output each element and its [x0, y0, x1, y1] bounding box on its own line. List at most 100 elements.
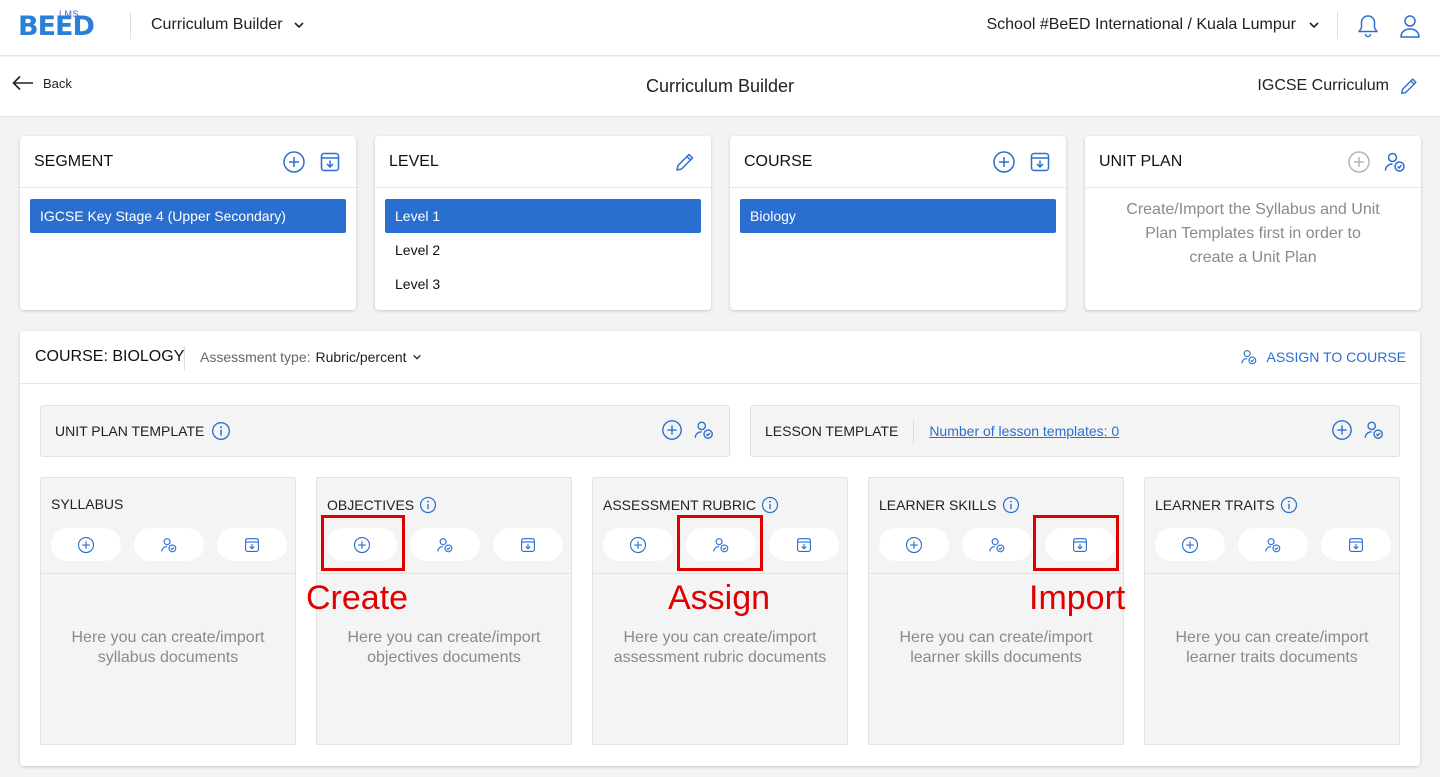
- page-title: Curriculum Builder: [645, 76, 795, 96]
- school-selector[interactable]: School #BeED International / Kuala Lumpu…: [986, 16, 1320, 34]
- course-list: Biology: [730, 188, 1066, 244]
- assessment-rubric-empty-message: Here you can create/import assessment ru…: [613, 629, 827, 666]
- info-icon[interactable]: [761, 496, 779, 514]
- course-card: COURSE Biology: [730, 136, 1066, 310]
- assign-icon: [988, 536, 1006, 554]
- syllabus-import-button[interactable]: [217, 528, 287, 561]
- learner-traits-empty-message: Here you can create/import learner trait…: [1175, 629, 1369, 666]
- segment-card: SEGMENT IGCSE Key Stage 4 (Upper Seconda…: [20, 136, 356, 310]
- assign-annotation: Assign: [668, 579, 771, 617]
- divider: [130, 12, 131, 39]
- plus-circle-icon: [1181, 536, 1199, 554]
- learner-traits-create-button[interactable]: [1155, 528, 1225, 561]
- level-item[interactable]: Level 3: [385, 267, 701, 301]
- learner-traits-import-button[interactable]: [1321, 528, 1391, 561]
- edit-level-icon[interactable]: [673, 150, 697, 174]
- unit-plan-message: Create/Import the Syllabus and Unit Plan…: [1126, 201, 1380, 266]
- segment-list: IGCSE Key Stage 4 (Upper Secondary): [20, 188, 356, 244]
- import-icon: [519, 536, 537, 554]
- school-selector-label: School #BeED International / Kuala Lumpu…: [986, 16, 1296, 33]
- import-icon: [795, 536, 813, 554]
- plus-circle-icon: [77, 536, 95, 554]
- import-course-icon[interactable]: [1028, 150, 1052, 174]
- create-highlight-box: [321, 515, 405, 571]
- add-segment-icon[interactable]: [282, 150, 306, 174]
- objectives-empty-message: Here you can create/import objectives do…: [347, 629, 541, 666]
- syllabus-column: SYLLABUS Here you can create/import sylla…: [40, 477, 296, 745]
- unit-plan-title: UNIT PLAN: [1099, 152, 1183, 170]
- assessment-rubric-title: ASSESSMENT RUBRIC: [603, 497, 756, 513]
- assessment-type-label: Assessment type:: [200, 349, 311, 365]
- learner-traits-column: LEARNER TRAITS Here you can create/import…: [1144, 477, 1400, 745]
- assessment-rubric-import-button[interactable]: [769, 528, 839, 561]
- logo-wordmark: BEED: [18, 11, 95, 42]
- import-segment-icon[interactable]: [318, 150, 342, 174]
- assign-icon: [436, 536, 454, 554]
- import-icon: [243, 536, 261, 554]
- learner-traits-title: LEARNER TRAITS: [1155, 497, 1275, 513]
- assessment-type-dropdown[interactable]: Assessment type: Rubric/percent: [200, 349, 422, 365]
- segment-title: SEGMENT: [34, 152, 114, 170]
- app-switcher-label: Curriculum Builder: [151, 16, 283, 33]
- bell-icon[interactable]: [1356, 13, 1380, 39]
- syllabus-empty-message: Here you can create/import syllabus docu…: [71, 629, 265, 666]
- add-unit-plan-template-icon[interactable]: [661, 419, 683, 441]
- create-annotation: Create: [306, 579, 409, 617]
- learner-skills-create-button[interactable]: [879, 528, 949, 561]
- assessment-rubric-create-button[interactable]: [603, 528, 673, 561]
- syllabus-create-button[interactable]: [51, 528, 121, 561]
- level-list: Level 1 Level 2 Level 3: [375, 188, 711, 312]
- divider: [1145, 573, 1399, 574]
- import-icon: [1347, 536, 1365, 554]
- add-unit-plan-icon[interactable]: [1347, 150, 1371, 174]
- objectives-import-button[interactable]: [493, 528, 563, 561]
- course-item[interactable]: Biology: [740, 199, 1056, 233]
- assign-to-course-label: ASSIGN TO COURSE: [1266, 349, 1406, 365]
- info-icon[interactable]: [1002, 496, 1020, 514]
- level-title: LEVEL: [389, 152, 439, 170]
- learner-skills-assign-button[interactable]: [962, 528, 1032, 561]
- assessment-type-value: Rubric/percent: [315, 349, 407, 365]
- lesson-template-title: LESSON TEMPLATE: [765, 423, 899, 439]
- lesson-template-bar: LESSON TEMPLATE Number of lesson templat…: [750, 405, 1400, 457]
- assign-icon: [1240, 348, 1258, 366]
- assign-unit-plan-icon[interactable]: [1383, 150, 1407, 174]
- top-navigation-bar: LMS BEED Curriculum Builder School #BeED…: [0, 0, 1440, 56]
- course-title: COURSE: [744, 152, 813, 170]
- chevron-down-icon: [1309, 22, 1319, 29]
- divider: [317, 573, 571, 574]
- add-course-icon[interactable]: [992, 150, 1016, 174]
- divider: [593, 573, 847, 574]
- learner-traits-assign-button[interactable]: [1238, 528, 1308, 561]
- level-item[interactable]: Level 1: [385, 199, 701, 233]
- curriculum-name: IGCSE Curriculum: [1257, 75, 1420, 97]
- unit-plan-card: UNIT PLAN Create/Import the Syllabus and…: [1085, 136, 1421, 310]
- add-lesson-template-icon[interactable]: [1331, 419, 1353, 441]
- level-card: LEVEL Level 1 Level 2 Level 3: [375, 136, 711, 310]
- unit-plan-template-title: UNIT PLAN TEMPLATE: [55, 423, 205, 439]
- info-icon[interactable]: [211, 421, 231, 441]
- plus-circle-icon: [629, 536, 647, 554]
- assign-lesson-template-icon[interactable]: [1363, 419, 1385, 441]
- syllabus-title: SYLLABUS: [51, 496, 124, 512]
- objectives-title: OBJECTIVES: [327, 497, 415, 513]
- divider: [184, 346, 185, 371]
- assign-to-course-button[interactable]: ASSIGN TO COURSE: [1240, 348, 1406, 366]
- chevron-down-icon: [412, 354, 421, 360]
- info-icon[interactable]: [419, 496, 437, 514]
- info-icon[interactable]: [1280, 496, 1298, 514]
- syllabus-assign-button[interactable]: [134, 528, 204, 561]
- import-annotation: Import: [1029, 579, 1126, 617]
- assign-highlight-box: [677, 515, 763, 571]
- assign-unit-plan-template-icon[interactable]: [693, 419, 715, 441]
- user-icon[interactable]: [1398, 13, 1422, 39]
- page-header: Back Curriculum Builder IGCSE Curriculum: [0, 57, 1440, 117]
- level-item[interactable]: Level 2: [385, 233, 701, 267]
- app-switcher[interactable]: Curriculum Builder: [151, 16, 305, 34]
- chevron-down-icon: [294, 22, 304, 29]
- objectives-assign-button[interactable]: [410, 528, 480, 561]
- lesson-templates-count-link[interactable]: Number of lesson templates: 0: [913, 418, 1119, 444]
- segment-item[interactable]: IGCSE Key Stage 4 (Upper Secondary): [30, 199, 346, 233]
- pencil-icon[interactable]: [1398, 75, 1420, 97]
- learner-skills-title: LEARNER SKILLS: [879, 497, 997, 513]
